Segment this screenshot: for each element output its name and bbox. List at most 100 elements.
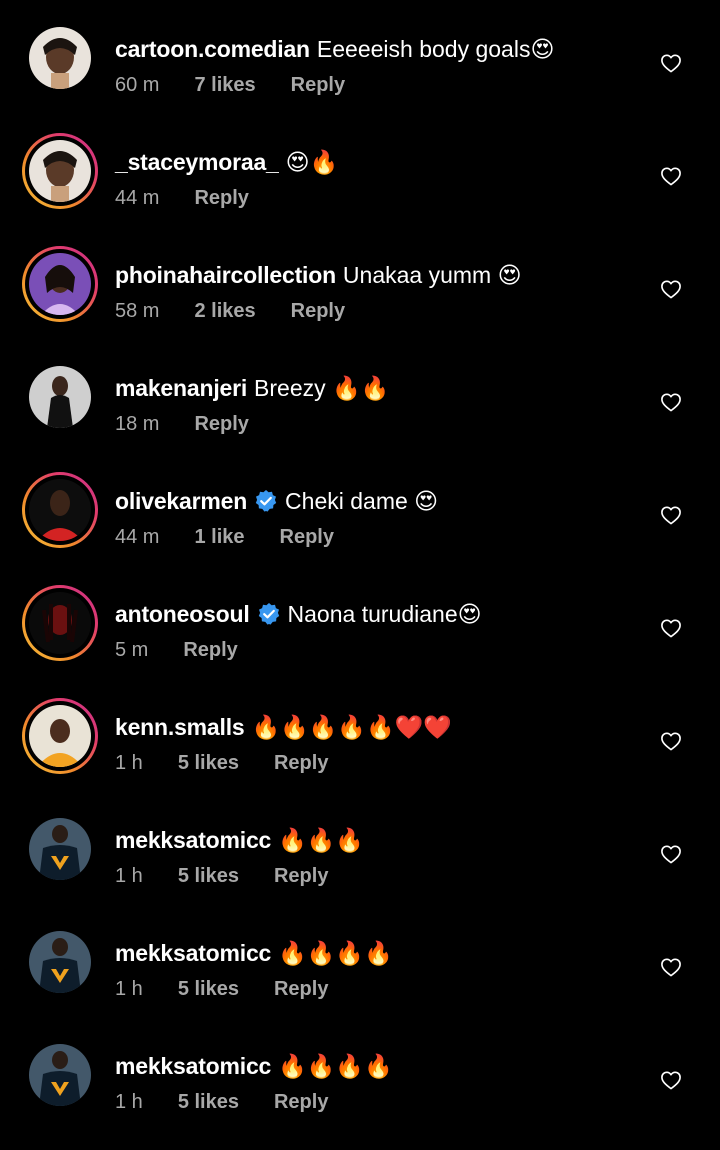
timestamp: 1 h	[115, 1091, 143, 1113]
comment-row[interactable]: phoinahaircollection Unakaa yumm 😍 58 m 2 l…	[0, 246, 720, 359]
comment-meta: 1 h 5 likes Reply	[115, 752, 363, 775]
comment-meta: 1 h 5 likes Reply	[115, 1091, 363, 1114]
likes-count-link[interactable]: 7 likes	[194, 74, 255, 97]
comment-text: Unakaa yumm 😍	[342, 261, 522, 288]
comment-line: phoinahaircollection Unakaa yumm 😍	[115, 258, 522, 292]
avatar-frame	[25, 701, 95, 771]
avatar-frame	[25, 362, 95, 432]
like-heart-icon[interactable]	[660, 731, 682, 751]
likes-count-link[interactable]: 2 likes	[194, 300, 255, 323]
comment-line: olivekarmen Cheki dame 😍	[115, 484, 438, 518]
avatar-frame	[25, 927, 95, 997]
avatar[interactable]	[22, 811, 98, 887]
reply-button[interactable]: Reply	[280, 526, 334, 549]
likes-count-link[interactable]: 5 likes	[178, 865, 239, 888]
like-heart-icon[interactable]	[660, 957, 682, 977]
avatar-story-ring[interactable]	[22, 133, 98, 209]
likes-count-link[interactable]: 1 like	[194, 526, 244, 549]
like-heart-icon[interactable]	[660, 279, 682, 299]
comment-text: 🔥🔥🔥🔥	[278, 1052, 393, 1079]
username-link[interactable]: _staceymoraa_	[115, 149, 279, 176]
timestamp: 18 m	[115, 413, 160, 435]
avatar[interactable]	[22, 20, 98, 96]
comment-row[interactable]: cartoon.comedian Eeeeeish body goals😍 60 m…	[0, 20, 720, 133]
comment-row[interactable]: _staceymoraa_ 😍🔥 44 m Reply	[0, 133, 720, 246]
reply-button[interactable]: Reply	[274, 1091, 328, 1114]
reply-button[interactable]: Reply	[274, 865, 328, 888]
comment-line: kenn.smalls 🔥🔥🔥🔥🔥❤️❤️	[115, 710, 452, 744]
avatar-man-tshirt-icon	[29, 1044, 91, 1106]
username-link[interactable]: mekksatomicc	[115, 827, 271, 854]
likes-count-link[interactable]: 5 likes	[178, 752, 239, 775]
reply-button[interactable]: Reply	[291, 300, 345, 323]
comment-meta: 18 m Reply	[115, 413, 284, 436]
likes-count-link[interactable]: 5 likes	[178, 1091, 239, 1114]
avatar-woman-icon	[29, 140, 91, 202]
timestamp: 5 m	[115, 639, 149, 661]
comment-row[interactable]: olivekarmen Cheki dame 😍 44 m 1 like Reply	[0, 472, 720, 585]
comment-row[interactable]: kenn.smalls 🔥🔥🔥🔥🔥❤️❤️ 1 h 5 likes Reply	[0, 698, 720, 811]
avatar[interactable]	[22, 1037, 98, 1113]
comment-row[interactable]: mekksatomicc 🔥🔥🔥 1 h 5 likes Reply	[0, 811, 720, 924]
avatar-frame	[25, 136, 95, 206]
avatar-woman-icon	[29, 27, 91, 89]
like-heart-icon[interactable]	[660, 166, 682, 186]
username-link[interactable]: phoinahaircollection	[115, 262, 336, 289]
like-heart-icon[interactable]	[660, 505, 682, 525]
avatar-story-ring[interactable]	[22, 472, 98, 548]
reply-button[interactable]: Reply	[183, 639, 237, 662]
likes-count-link[interactable]: 5 likes	[178, 978, 239, 1001]
reply-button[interactable]: Reply	[291, 74, 345, 97]
avatar-story-ring[interactable]	[22, 698, 98, 774]
username-link[interactable]: olivekarmen	[115, 488, 247, 515]
avatar[interactable]	[22, 924, 98, 1000]
timestamp: 44 m	[115, 526, 160, 548]
avatar-woman-purple-icon	[29, 253, 91, 315]
comment-meta: 1 h 5 likes Reply	[115, 865, 363, 888]
comment-meta: 1 h 5 likes Reply	[115, 978, 363, 1001]
comment-text: 🔥🔥🔥	[278, 826, 365, 853]
reply-button[interactable]: Reply	[194, 413, 248, 436]
avatar-man-tshirt-icon	[29, 818, 91, 880]
avatar-man-yellow-icon	[29, 705, 91, 767]
avatar-person-dark-icon	[29, 366, 91, 428]
comment-meta: 44 m Reply	[115, 187, 284, 210]
timestamp: 1 h	[115, 865, 143, 887]
comment-row[interactable]: mekksatomicc 🔥🔥🔥🔥 1 h 5 likes Reply	[0, 924, 720, 1037]
like-heart-icon[interactable]	[660, 1070, 682, 1090]
timestamp: 1 h	[115, 978, 143, 1000]
comment-row[interactable]: mekksatomicc 🔥🔥🔥🔥 1 h 5 likes Reply	[0, 1037, 720, 1150]
comment-line: _staceymoraa_ 😍🔥	[115, 145, 338, 179]
comment-text: 🔥🔥🔥🔥🔥❤️❤️	[251, 713, 452, 740]
username-link[interactable]: mekksatomicc	[115, 1053, 271, 1080]
username-link[interactable]: kenn.smalls	[115, 714, 245, 741]
reply-button[interactable]: Reply	[274, 978, 328, 1001]
avatar[interactable]	[22, 359, 98, 435]
avatar-story-ring[interactable]	[22, 585, 98, 661]
timestamp: 58 m	[115, 300, 160, 322]
comment-line: cartoon.comedian Eeeeeish body goals😍	[115, 32, 554, 66]
reply-button[interactable]: Reply	[274, 752, 328, 775]
timestamp: 60 m	[115, 74, 160, 96]
username-link[interactable]: antoneosoul	[115, 601, 250, 628]
like-heart-icon[interactable]	[660, 618, 682, 638]
like-heart-icon[interactable]	[660, 844, 682, 864]
comment-line: mekksatomicc 🔥🔥🔥	[115, 823, 364, 857]
comment-meta: 58 m 2 likes Reply	[115, 300, 380, 323]
username-link[interactable]: makenanjeri	[115, 375, 247, 402]
username-link[interactable]: cartoon.comedian	[115, 36, 310, 63]
like-heart-icon[interactable]	[660, 53, 682, 73]
reply-button[interactable]: Reply	[194, 187, 248, 210]
avatar-frame	[25, 814, 95, 884]
verified-badge-icon	[257, 602, 281, 626]
avatar-frame	[25, 588, 95, 658]
comment-row[interactable]: makenanjeri Breezy 🔥🔥 18 m Reply	[0, 359, 720, 472]
avatar-frame	[25, 23, 95, 93]
username-link[interactable]: mekksatomicc	[115, 940, 271, 967]
comment-meta: 5 m Reply	[115, 639, 273, 662]
like-heart-icon[interactable]	[660, 392, 682, 412]
comment-row[interactable]: antoneosoul Naona turudiane😍 5 m Reply	[0, 585, 720, 698]
comment-meta: 60 m 7 likes Reply	[115, 74, 380, 97]
comments-list: cartoon.comedian Eeeeeish body goals😍 60 m…	[0, 0, 720, 1113]
avatar-story-ring[interactable]	[22, 246, 98, 322]
